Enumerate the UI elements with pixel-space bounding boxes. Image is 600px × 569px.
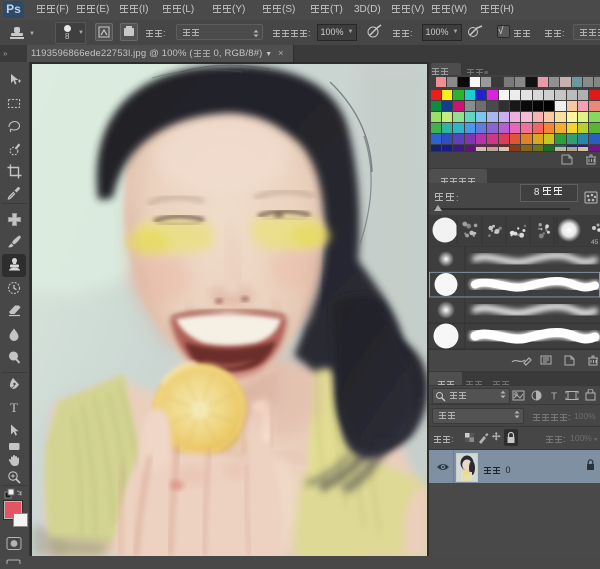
svg-text:45: 45 bbox=[591, 239, 599, 246]
svg-text:T: T bbox=[10, 400, 18, 415]
svg-text:T: T bbox=[551, 392, 557, 403]
